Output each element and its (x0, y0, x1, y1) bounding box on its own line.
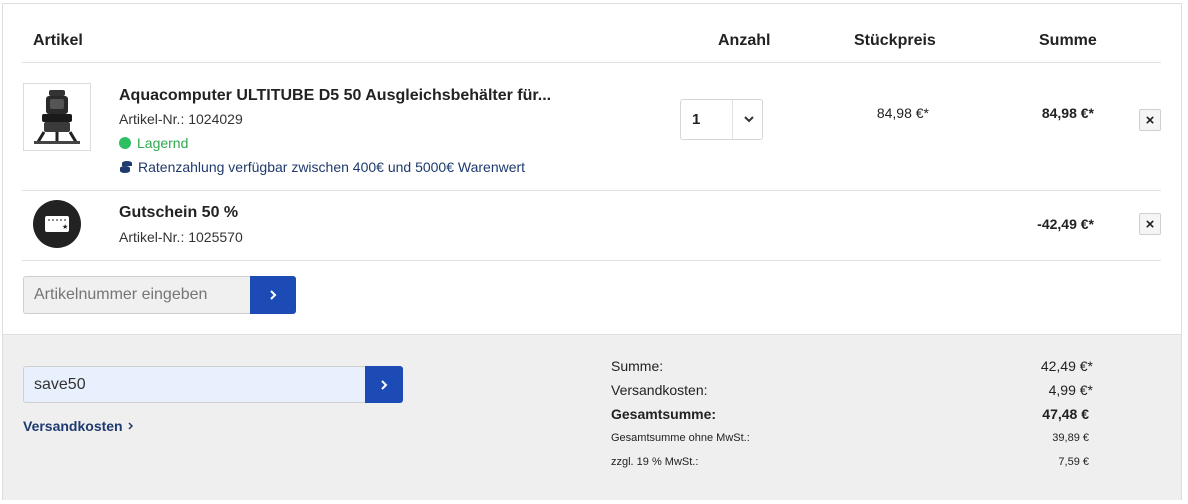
close-icon: × (1145, 215, 1155, 233)
grand-total-label: Gesamtsumme: (611, 406, 717, 422)
chevron-right-icon (128, 422, 133, 430)
redeem-voucher-button[interactable] (365, 366, 403, 403)
coins-icon (120, 161, 132, 173)
divider (22, 190, 1161, 191)
column-header-article: Artikel (33, 32, 83, 49)
installment-info: Ratenzahlung verfügbar zwischen 400€ und… (119, 159, 525, 175)
voucher-name: Gutschein 50 % (119, 204, 239, 221)
column-header-unit-price: Stückpreis (854, 32, 936, 49)
shipping-label: Versandkosten: (611, 382, 708, 398)
shipping-costs-label: Versandkosten (23, 418, 123, 434)
product-image[interactable] (23, 83, 91, 151)
unit-price: 84,98 €* (876, 105, 929, 121)
installment-text: Ratenzahlung verfügbar zwischen 400€ und… (138, 159, 526, 175)
add-article-button[interactable] (250, 276, 296, 314)
remove-voucher-button[interactable]: × (1139, 213, 1161, 235)
divider (732, 100, 733, 139)
net-total-label: Gesamtsumme ohne MwSt.: (611, 432, 750, 444)
article-number: Artikel-Nr.: 1024029 (119, 111, 243, 127)
article-number-input[interactable] (23, 276, 250, 314)
vat-label: zzgl. 19 % MwSt.: (611, 456, 699, 468)
stock-status: Lagernd (119, 135, 188, 151)
chevron-right-icon (270, 290, 277, 300)
shipping-costs-link[interactable]: Versandkosten (23, 418, 136, 434)
net-total-value: 39,89 € (1052, 432, 1089, 444)
remove-item-button[interactable]: × (1139, 109, 1161, 131)
divider (22, 62, 1161, 63)
stock-label: Lagernd (137, 135, 189, 151)
divider (22, 260, 1161, 261)
article-number: Artikel-Nr.: 1025570 (119, 229, 243, 245)
close-icon: × (1145, 111, 1155, 129)
sum-value: 42,49 €* (1040, 358, 1093, 374)
quantity-value: 1 (692, 111, 701, 128)
quantity-select[interactable]: 1 (680, 99, 763, 140)
in-stock-dot-icon (119, 137, 131, 149)
column-header-quantity: Anzahl (718, 32, 771, 49)
column-header-sum: Summe (1039, 32, 1097, 49)
grand-total-value: 47,48 € (1042, 406, 1089, 422)
chevron-right-icon (381, 379, 388, 390)
voucher-icon: ★ (33, 200, 81, 248)
voucher-total: -42,49 €* (1037, 216, 1094, 232)
voucher-code-input[interactable] (23, 366, 366, 403)
svg-text:★: ★ (62, 223, 68, 231)
chevron-down-icon (744, 116, 754, 123)
vat-value: 7,59 € (1058, 456, 1089, 468)
line-total: 84,98 €* (1041, 105, 1094, 121)
sum-label: Summe: (611, 358, 664, 374)
product-name-link[interactable]: Aquacomputer ULTITUBE D5 50 Ausgleichsbe… (119, 87, 551, 105)
cart-footer (3, 334, 1181, 500)
shipping-value: 4,99 €* (1048, 382, 1093, 398)
